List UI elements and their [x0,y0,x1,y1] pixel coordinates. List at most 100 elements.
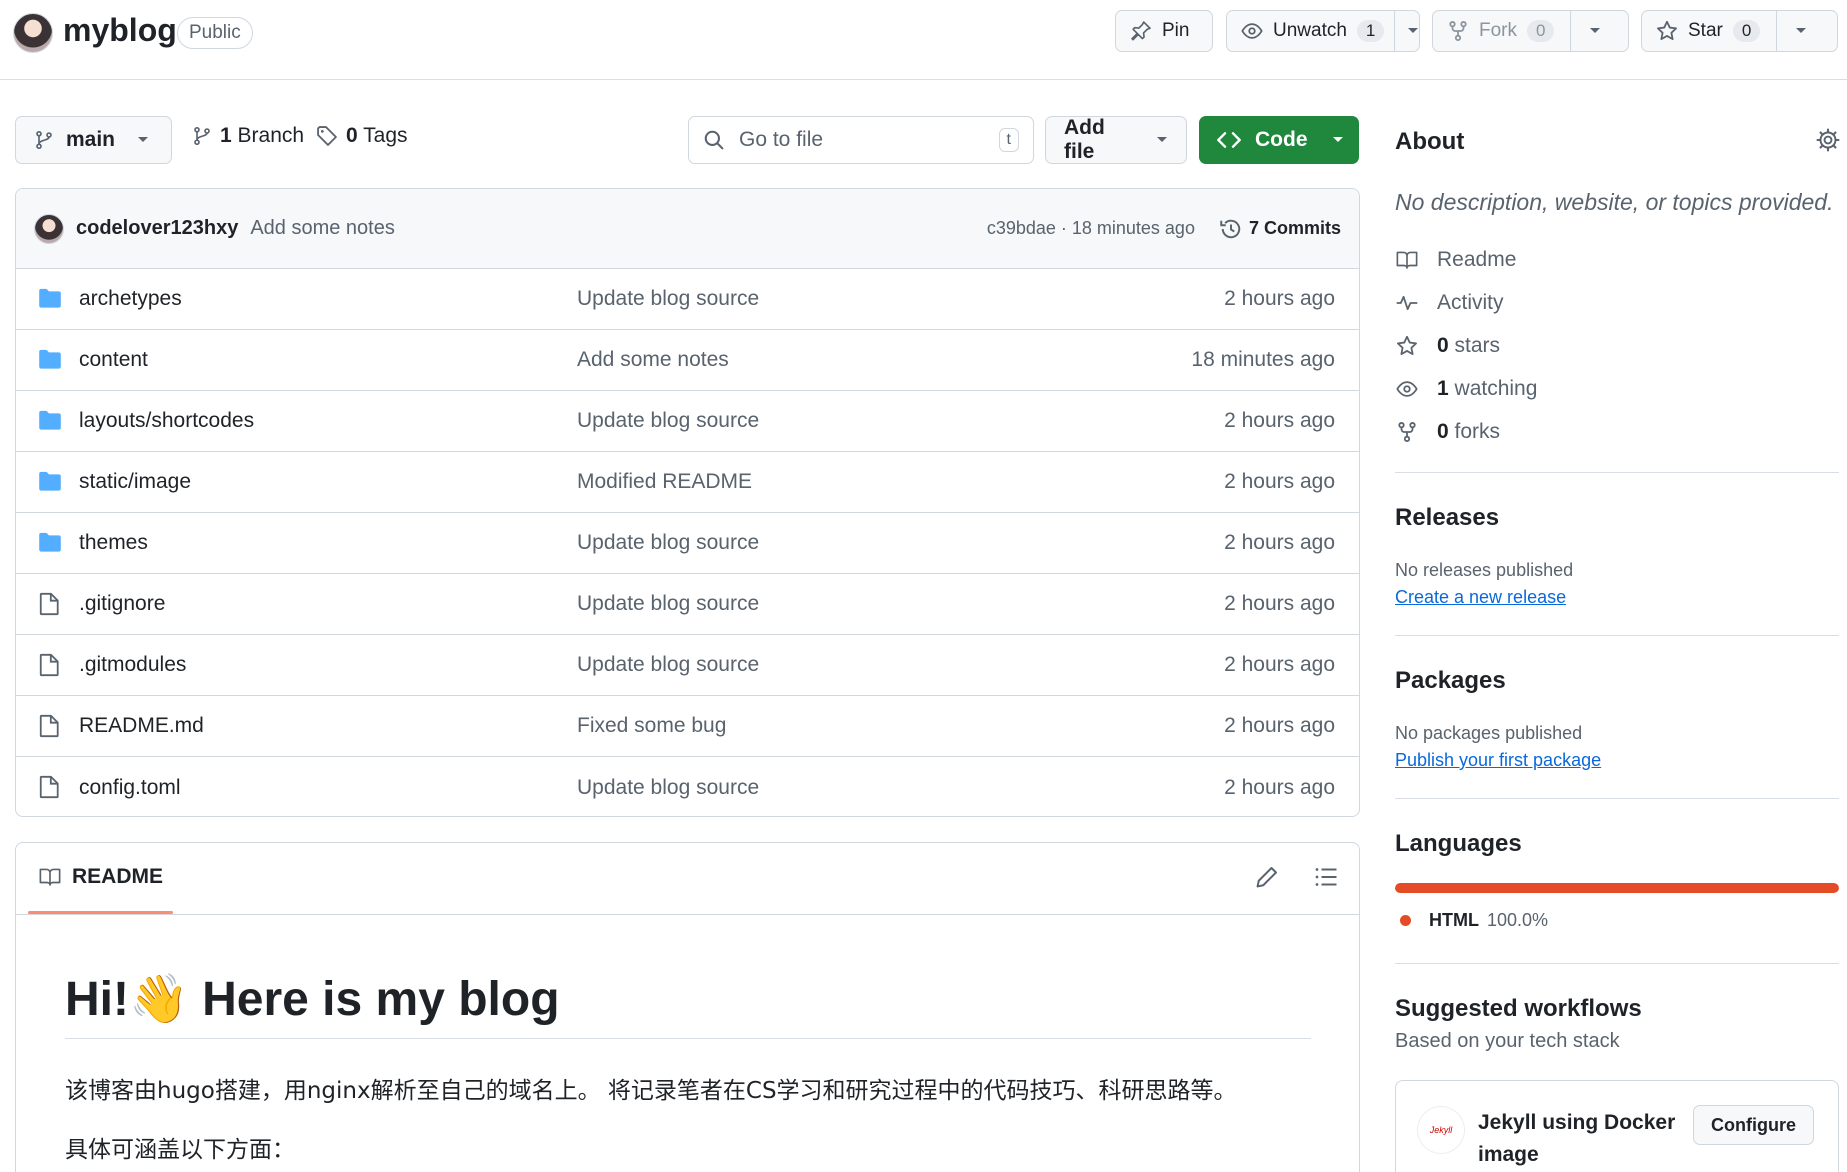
language-color-dot [1400,915,1411,926]
commit-message[interactable]: Add some notes [250,217,395,240]
go-to-file-search[interactable]: Go to file t [688,116,1034,164]
file-row[interactable]: config.toml Update blog source 2 hours ago [16,757,1359,816]
code-label: Code [1255,128,1308,151]
readme-link[interactable]: Readme [1395,248,1516,272]
file-name[interactable]: .gitignore [79,592,165,616]
file-commit-message[interactable]: Fixed some bug [577,714,726,738]
branches-count: 1 [220,124,232,147]
file-name[interactable]: layouts/shortcodes [79,409,254,433]
language-item-html[interactable]: HTML 100.0% [1395,910,1548,931]
stars-count: 0 [1437,334,1449,357]
caret-down-icon [1795,27,1807,35]
star-dropdown[interactable] [1776,11,1825,51]
file-commit-time: 2 hours ago [1224,775,1335,799]
file-row[interactable]: content Add some notes 18 minutes ago [16,330,1359,391]
file-row[interactable]: archetypes Update blog source 2 hours ago [16,269,1359,330]
file-row[interactable]: static/image Modified README 2 hours ago [16,452,1359,513]
add-file-button[interactable]: Add file [1045,116,1187,164]
forks-link[interactable]: 0 forks [1395,420,1500,444]
file-commit-message[interactable]: Update blog source [577,776,759,800]
star-button[interactable]: Star 0 [1641,10,1838,52]
activity-link-label: Activity [1437,291,1504,314]
file-row[interactable]: layouts/shortcodes Update blog source 2 ho… [16,391,1359,452]
unwatch-label: Unwatch [1273,20,1347,41]
branch-icon [34,129,54,151]
branches-link[interactable]: 1 Branch [192,124,304,148]
active-tab-underline [28,911,173,914]
file-name[interactable]: config.toml [79,776,181,800]
commit-author-avatar[interactable] [34,213,64,244]
readme-tabs: README [16,843,1359,915]
watching-link[interactable]: 1 watching [1395,377,1537,401]
fork-icon [1447,20,1469,42]
fork-dropdown[interactable] [1570,11,1619,51]
edit-pencil-icon[interactable] [1255,865,1279,889]
about-title: About [1395,128,1465,155]
file-name[interactable]: README.md [79,714,204,738]
unwatch-dropdown[interactable] [1394,11,1431,51]
heading-divider [65,1038,1311,1039]
file-commit-message[interactable]: Update blog source [577,287,759,311]
releases-title[interactable]: Releases [1395,504,1499,532]
tags-label: Tags [363,124,408,147]
tags-link[interactable]: 0 Tags [316,124,408,148]
owner-avatar[interactable] [13,13,53,53]
create-release-link[interactable]: Create a new release [1395,587,1566,608]
stars-link[interactable]: 0 stars [1395,334,1500,358]
file-commit-message[interactable]: Add some notes [577,348,729,372]
readme-paragraph: 该博客由hugo搭建，用nginx解析至自己的域名上。 将记录笔者在CS学习和研… [65,1078,1237,1104]
caret-down-icon [1589,27,1601,35]
publish-package-link[interactable]: Publish your first package [1395,750,1601,771]
file-name[interactable]: .gitmodules [79,653,186,677]
file-commit-message[interactable]: Update blog source [577,409,759,433]
file-commit-message[interactable]: Modified README [577,470,752,494]
language-percent: 100.0% [1486,910,1549,930]
outline-list-icon[interactable] [1313,865,1339,889]
file-icon [38,714,60,738]
fork-button[interactable]: Fork 0 [1432,10,1629,52]
file-icon [38,592,60,616]
forks-label: forks [1454,420,1501,443]
branch-selector[interactable]: main [15,116,172,164]
readme-link-label: Readme [1437,248,1517,271]
readme-tab-label: README [72,865,164,888]
file-name[interactable]: themes [79,531,148,555]
file-commit-time: 2 hours ago [1224,592,1335,615]
file-row[interactable]: README.md Fixed some bug 2 hours ago [16,696,1359,757]
search-placeholder: Go to file [739,128,824,151]
configure-button[interactable]: Configure [1693,1105,1814,1145]
file-row[interactable]: themes Update blog source 2 hours ago [16,513,1359,574]
file-row[interactable]: .gitmodules Update blog source 2 hours ago [16,635,1359,696]
pin-button[interactable]: Pin [1115,10,1213,52]
repo-name[interactable]: myblog [63,12,177,49]
file-commit-message[interactable]: Update blog source [577,592,759,616]
workflows-subtitle: Based on your tech stack [1395,1030,1620,1052]
file-name[interactable]: content [79,348,148,372]
file-commit-message[interactable]: Update blog source [577,653,759,677]
caret-down-icon [1407,27,1419,35]
file-commit-message[interactable]: Update blog source [577,531,759,555]
packages-status: No packages published [1395,723,1583,743]
jekyll-logo-icon: Jekyll [1418,1107,1464,1153]
branch-name: main [66,128,116,151]
file-row[interactable]: .gitignore Update blog source 2 hours ago [16,574,1359,635]
file-commit-time: 18 minutes ago [1191,348,1335,371]
workflow-name: Jekyll using Docker image [1478,1111,1676,1166]
tags-count: 0 [346,124,358,147]
commit-meta[interactable]: c39bdae · 18 minutes ago [987,218,1195,239]
packages-title[interactable]: Packages [1395,667,1506,695]
workflows-title: Suggested workflows [1395,995,1642,1022]
star-icon [1395,335,1419,357]
code-button[interactable]: Code [1199,116,1359,164]
file-commit-time: 2 hours ago [1224,470,1335,493]
file-name[interactable]: static/image [79,470,191,494]
activity-link[interactable]: Activity [1395,291,1504,315]
unwatch-button[interactable]: Unwatch 1 [1226,10,1420,52]
file-name[interactable]: archetypes [79,287,182,311]
gear-icon[interactable] [1816,128,1840,152]
commit-author[interactable]: codelover123hxy [76,217,238,240]
readme-tab[interactable]: README [38,865,163,889]
language-bar-html [1395,883,1839,893]
commits-link[interactable]: 7 Commits [1219,217,1341,241]
releases-status: No releases published [1395,560,1574,580]
